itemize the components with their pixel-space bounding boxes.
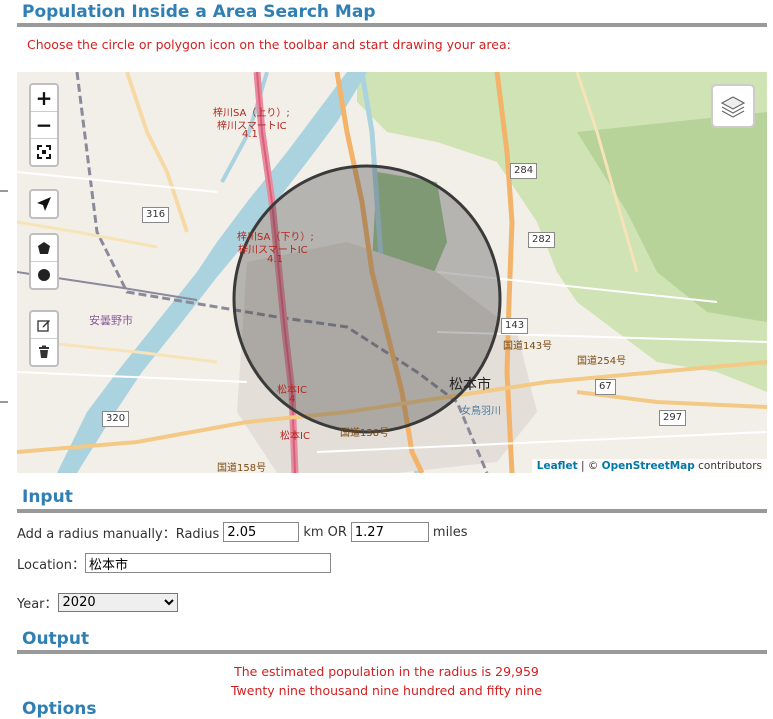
map-label: 国道254号 [577, 356, 627, 367]
map-label: 4 [289, 394, 296, 405]
options-section-title: Options [22, 699, 97, 719]
city-label: 松本市 [449, 377, 491, 393]
draw-toolbar [29, 233, 59, 290]
left-edge-mark [0, 401, 8, 403]
delete-layers-button[interactable] [31, 339, 57, 365]
km-or-label: km OR [303, 524, 347, 540]
location-label: Location： [17, 557, 85, 573]
fullscreen-button[interactable] [31, 139, 57, 165]
left-edge-mark [0, 190, 8, 192]
trash-icon [39, 345, 49, 358]
radius-miles-input[interactable] [350, 522, 429, 542]
zoom-out-button[interactable]: − [31, 112, 57, 139]
route-shield: 284 [510, 163, 538, 179]
circle-icon [38, 269, 50, 281]
location-row: Location： [17, 553, 335, 573]
map-attribution: Leaflet | © OpenStreetMap contributors [531, 459, 767, 473]
route-shield: 316 [142, 207, 170, 223]
year-row: Year： 2020 [17, 593, 178, 612]
layers-button[interactable] [711, 84, 755, 128]
radius-row: Add a radius manually：Radius km OR miles [17, 522, 468, 542]
map-label: 国道158号 [217, 463, 267, 473]
map-label: 松本IC [280, 431, 310, 442]
population-words: Twenty nine thousand nine hundred and fi… [230, 683, 543, 698]
map-tiles [17, 72, 767, 473]
zoom-in-button[interactable]: + [31, 85, 57, 112]
page-title: Population Inside a Area Search Map [22, 2, 376, 22]
population-result: The estimated population in the radius i… [234, 664, 539, 679]
draw-circle-button[interactable] [31, 262, 57, 288]
map-label: 4.1 [242, 129, 258, 140]
leaflet-link[interactable]: Leaflet [537, 460, 578, 472]
edit-icon [37, 320, 50, 332]
output-rule [17, 650, 767, 654]
miles-label: miles [432, 524, 468, 540]
route-shield: 143 [501, 318, 529, 334]
year-label: Year： [17, 597, 58, 612]
zoom-control: + − [29, 83, 59, 167]
radius-km-input[interactable] [223, 522, 300, 542]
polygon-icon [38, 242, 50, 254]
location-arrow-icon [37, 197, 51, 211]
route-shield: 67 [595, 379, 616, 395]
year-select[interactable]: 2020 [57, 593, 178, 612]
osm-link[interactable]: OpenStreetMap [602, 460, 695, 472]
route-shield: 320 [102, 411, 130, 427]
input-section-title: Input [22, 487, 73, 507]
map-label: 国道158号 [340, 428, 390, 439]
input-rule [17, 509, 767, 513]
map[interactable]: 梓川SA（上り）; 梓川スマートIC 4.1 梓川SA（下り）; 梓川スマートI… [17, 72, 767, 473]
edit-layers-button[interactable] [31, 312, 57, 339]
map-label: 女鳥羽川 [461, 406, 501, 417]
edit-toolbar [29, 310, 59, 367]
fullscreen-icon [37, 145, 51, 159]
location-input[interactable] [84, 553, 331, 573]
attribution-separator: | © [577, 460, 602, 472]
route-shield: 297 [659, 410, 687, 426]
map-label: 国道143号 [503, 341, 553, 352]
map-label: 安曇野市 [89, 314, 133, 327]
map-label: 4.1 [267, 254, 283, 265]
layers-icon [720, 96, 746, 118]
locate-button[interactable] [31, 191, 57, 217]
radius-label: Add a radius manually：Radius [17, 526, 220, 542]
title-rule [17, 23, 767, 27]
locate-control [29, 189, 59, 219]
draw-polygon-button[interactable] [31, 235, 57, 262]
instruction-text: Choose the circle or polygon icon on the… [27, 37, 511, 52]
attribution-contributors: contributors [694, 460, 762, 472]
output-section-title: Output [22, 629, 90, 649]
route-shield: 282 [528, 232, 556, 248]
